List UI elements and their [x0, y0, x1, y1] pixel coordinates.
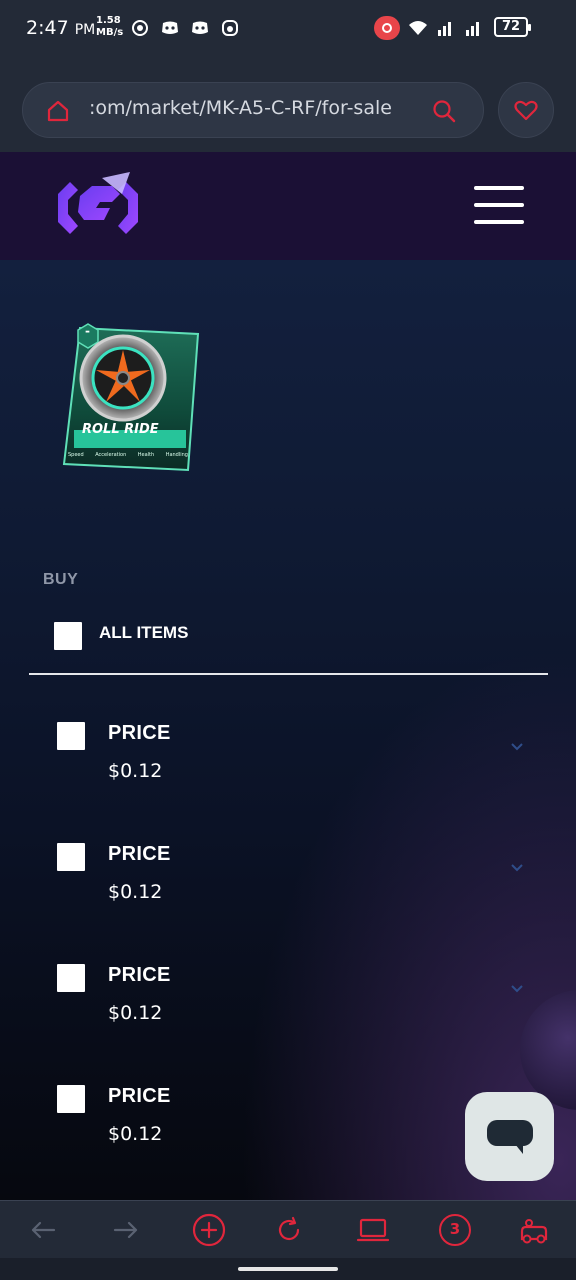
chevron-down-icon[interactable]	[510, 742, 524, 752]
hotspot-icon	[132, 20, 148, 36]
divider	[29, 673, 548, 675]
discord-icon-2	[192, 21, 208, 34]
price-value: $0.12	[108, 1002, 163, 1024]
market-content: - ROLL RIDE Speed Acceleration Health Ha…	[0, 260, 576, 1200]
chevron-down-icon[interactable]	[510, 984, 524, 994]
price-value: $0.12	[108, 1123, 163, 1145]
signal-icon-2	[466, 22, 479, 36]
price-label: PRICE	[108, 843, 171, 865]
chat-icon	[487, 1120, 533, 1146]
back-arrow-icon[interactable]	[28, 1215, 58, 1245]
listing-row[interactable]: PRICE $0.12	[0, 843, 576, 943]
url-text[interactable]: :om/market/MK-A5-C-RF/for-sale	[89, 97, 419, 119]
all-items-checkbox[interactable]	[54, 622, 82, 650]
listing-checkbox[interactable]	[57, 843, 85, 871]
tab-count: 3	[449, 1220, 461, 1238]
status-bar: 2:47 PM 1.58 MB/s 72	[0, 0, 576, 58]
tabs-button[interactable]: 3	[439, 1214, 471, 1246]
price-value: $0.12	[108, 760, 163, 782]
card-stat: Handling	[165, 452, 188, 458]
price-label: PRICE	[108, 722, 171, 744]
chevron-down-icon[interactable]	[510, 863, 524, 873]
site-header	[0, 152, 576, 260]
listing-checkbox[interactable]	[57, 1085, 85, 1113]
site-logo[interactable]	[50, 168, 146, 242]
notification-icons	[130, 18, 240, 38]
card-stat: Acceleration	[95, 452, 127, 458]
new-tab-plus-icon[interactable]	[192, 1213, 226, 1247]
browser-toolbar: 3	[0, 1200, 576, 1258]
heart-icon	[514, 100, 538, 121]
network-speed: 1.58 MB/s	[96, 15, 124, 38]
address-bar[interactable]: :om/market/MK-A5-C-RF/for-sale	[22, 82, 484, 138]
wifi-icon	[409, 21, 427, 35]
hamburger-menu-button[interactable]	[474, 186, 524, 224]
listing-checkbox[interactable]	[57, 722, 85, 750]
home-icon[interactable]	[45, 98, 71, 124]
price-label: PRICE	[108, 964, 171, 986]
card-title: ROLL RIDE	[82, 422, 159, 437]
price-value: $0.12	[108, 881, 163, 903]
screen-record-icon	[374, 16, 400, 40]
card-stats: Speed Acceleration Health Handling	[68, 452, 188, 458]
battery-indicator: 72	[494, 17, 531, 37]
browser-address-area: :om/market/MK-A5-C-RF/for-sale	[0, 58, 576, 152]
app-notification-icon	[222, 20, 238, 36]
gesture-bar	[0, 1258, 576, 1280]
signal-icon	[438, 22, 451, 36]
search-icon[interactable]	[431, 98, 457, 124]
reload-icon[interactable]	[274, 1215, 304, 1245]
system-icons	[374, 16, 484, 40]
listing-row[interactable]: PRICE $0.12	[0, 964, 576, 1064]
profile-icon[interactable]	[518, 1215, 550, 1245]
buy-section-label: BUY	[43, 571, 79, 588]
listing-checkbox[interactable]	[57, 964, 85, 992]
discord-icon	[162, 21, 178, 34]
card-stat: Speed	[68, 452, 84, 458]
desktop-mode-icon[interactable]	[356, 1215, 390, 1245]
listing-row[interactable]: PRICE $0.12	[0, 722, 576, 822]
card-stat: Health	[137, 452, 155, 458]
card-badge: -	[85, 324, 90, 338]
status-time: 2:47 PM	[26, 17, 96, 39]
price-label: PRICE	[108, 1085, 171, 1107]
forward-arrow-icon[interactable]	[111, 1215, 141, 1245]
all-items-label[interactable]: ALL ITEMS	[99, 623, 188, 643]
favorite-button[interactable]	[498, 82, 554, 138]
chat-support-button[interactable]	[465, 1092, 554, 1181]
